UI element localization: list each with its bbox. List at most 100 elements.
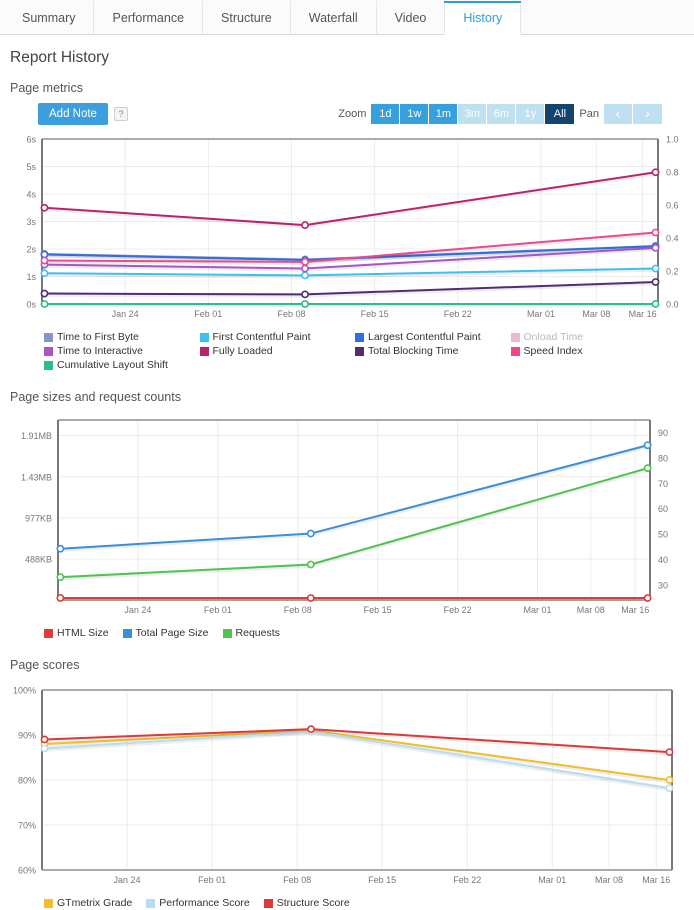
legend-label: HTML Size (57, 627, 109, 639)
report-history-page: Report History Page metrics Add Note ? Z… (0, 49, 694, 910)
svg-text:80: 80 (658, 454, 668, 464)
zoom-range-6m[interactable]: 6m (487, 104, 517, 124)
legend-item[interactable]: Total Page Size (122, 627, 209, 639)
legend-swatch-icon (146, 898, 156, 908)
svg-text:6s: 6s (26, 135, 36, 145)
svg-text:Feb 01: Feb 01 (198, 875, 226, 885)
page-sizes-chart[interactable]: 488KB 977KB 1.43MB 1.91MB 30 40 50 60 70 80 90 Jan … (8, 412, 686, 622)
svg-text:0.6: 0.6 (666, 201, 679, 211)
tab-summary[interactable]: Summary (4, 1, 94, 34)
zoom-label: Zoom (338, 108, 367, 120)
svg-text:Feb 15: Feb 15 (364, 605, 392, 615)
zoom-range-1y[interactable]: 1y (516, 104, 546, 124)
legend-swatch-icon (355, 332, 364, 342)
svg-text:Feb 22: Feb 22 (453, 875, 481, 885)
page-scores-chart[interactable]: 60% 70% 80% 90% 100% Jan 24 Feb 01 Feb 08 Feb 15… (8, 680, 686, 892)
legend-item[interactable]: Fully Loaded (199, 345, 356, 357)
svg-text:Mar 16: Mar 16 (629, 309, 657, 319)
page-metrics-plot[interactable]: 0s 1s 2s 3s 4s 5s 6s 0.0 0.2 0.4 0.6 0.8 1.0 Jan 24 Fe… (8, 131, 686, 326)
svg-text:Mar 01: Mar 01 (527, 309, 555, 319)
page-title: Report History (10, 49, 110, 66)
legend-item[interactable]: Requests (222, 627, 280, 639)
page-sizes-plot[interactable]: 488KB 977KB 1.43MB 1.91MB 30 40 50 60 70 80 90 Jan … (8, 412, 686, 622)
svg-text:Mar 01: Mar 01 (538, 875, 566, 885)
legend-label: Onload Time (523, 331, 584, 343)
legend-item[interactable]: Onload Time (510, 331, 667, 343)
legend-label: First Contentful Paint (212, 331, 311, 343)
pan-buttons: ‹ › (604, 104, 662, 124)
svg-text:Jan 24: Jan 24 (114, 875, 141, 885)
svg-text:Feb 08: Feb 08 (283, 875, 311, 885)
legend-label: Total Blocking Time (368, 345, 459, 357)
legend-swatch-icon (44, 360, 53, 370)
legend-item[interactable]: Structure Score (263, 897, 350, 909)
zoom-range-1w[interactable]: 1w (400, 104, 430, 124)
tab-video[interactable]: Video (375, 1, 445, 34)
help-icon[interactable]: ? (113, 107, 128, 121)
svg-text:Mar 08: Mar 08 (577, 605, 605, 615)
zoom-range-all[interactable]: All (545, 104, 575, 124)
svg-text:Feb 22: Feb 22 (444, 309, 472, 319)
svg-text:1.43MB: 1.43MB (21, 472, 52, 482)
legend-item[interactable]: Largest Contentful Paint (355, 331, 511, 343)
legend-item[interactable]: First Contentful Paint (199, 331, 356, 343)
svg-text:60: 60 (658, 504, 668, 514)
svg-text:0.2: 0.2 (666, 267, 679, 277)
legend-item[interactable]: Cumulative Layout Shift (44, 359, 200, 371)
svg-text:2s: 2s (26, 245, 36, 255)
tab-performance[interactable]: Performance (93, 1, 203, 34)
svg-text:30: 30 (658, 580, 668, 590)
svg-text:0.0: 0.0 (666, 300, 679, 310)
legend-item[interactable]: Time to First Byte (44, 331, 200, 343)
zoom-range-buttons: 1d 1w 1m 3m 6m 1y All (371, 104, 575, 124)
legend-label: GTmetrix Grade (57, 897, 133, 909)
svg-text:Feb 15: Feb 15 (368, 875, 396, 885)
svg-text:0.4: 0.4 (666, 234, 679, 244)
legend-swatch-icon (44, 346, 53, 356)
zoom-range-1d[interactable]: 1d (371, 104, 401, 124)
svg-text:70%: 70% (18, 821, 36, 831)
legend-swatch-icon (199, 346, 209, 356)
legend-swatch-icon (510, 346, 520, 356)
svg-text:Mar 08: Mar 08 (595, 875, 623, 885)
legend-swatch-icon (44, 898, 53, 908)
legend-item[interactable]: Time to Interactive (44, 345, 200, 357)
section-label-page-metrics: Page metrics (10, 81, 83, 95)
report-tabs: Summary Performance Structure Waterfall … (0, 0, 694, 35)
pan-label: Pan (579, 108, 599, 120)
svg-text:488KB: 488KB (25, 554, 52, 564)
svg-text:Feb 08: Feb 08 (277, 309, 305, 319)
legend-item[interactable]: Performance Score (146, 897, 250, 909)
legend-label: Fully Loaded (212, 345, 273, 357)
legend-item[interactable]: Total Blocking Time (355, 345, 511, 357)
svg-text:Mar 08: Mar 08 (582, 309, 610, 319)
svg-text:90%: 90% (18, 731, 36, 741)
legend-item[interactable]: GTmetrix Grade (44, 897, 132, 909)
legend-item[interactable]: Speed Index (510, 345, 667, 357)
page-scores-plot[interactable]: 60% 70% 80% 90% 100% Jan 24 Feb 01 Feb 08 Feb 15… (8, 680, 686, 892)
svg-text:Mar 16: Mar 16 (621, 605, 649, 615)
zoom-range-3m[interactable]: 3m (458, 104, 488, 124)
svg-text:Mar 01: Mar 01 (524, 605, 552, 615)
svg-text:0s: 0s (26, 300, 36, 310)
pan-next-icon[interactable]: › (633, 104, 662, 124)
tab-structure[interactable]: Structure (202, 1, 290, 34)
add-note-button[interactable]: Add Note (38, 103, 108, 125)
svg-text:60%: 60% (18, 866, 36, 876)
pan-previous-icon[interactable]: ‹ (604, 104, 633, 124)
legend-swatch-icon (199, 332, 209, 342)
svg-text:Feb 01: Feb 01 (204, 605, 232, 615)
svg-text:50: 50 (658, 530, 668, 540)
legend-label: Time to First Byte (57, 331, 139, 343)
tab-waterfall[interactable]: Waterfall (289, 1, 376, 34)
page-metrics-chart[interactable]: 0s 1s 2s 3s 4s 5s 6s 0.0 0.2 0.4 0.6 0.8 1.0 Jan 24 Fe… (8, 131, 686, 326)
legend-item[interactable]: HTML Size (44, 627, 109, 639)
range-selector: Zoom 1d 1w 1m 3m 6m 1y All Pan ‹ › (333, 104, 662, 124)
zoom-range-1m[interactable]: 1m (429, 104, 459, 124)
legend-swatch-icon (122, 628, 132, 638)
section-label-page-scores: Page scores (10, 658, 80, 672)
svg-text:1.91MB: 1.91MB (21, 431, 52, 441)
tab-history[interactable]: History (444, 1, 522, 35)
section-label-page-sizes: Page sizes and request counts (10, 390, 181, 404)
svg-text:Mar 16: Mar 16 (642, 875, 670, 885)
